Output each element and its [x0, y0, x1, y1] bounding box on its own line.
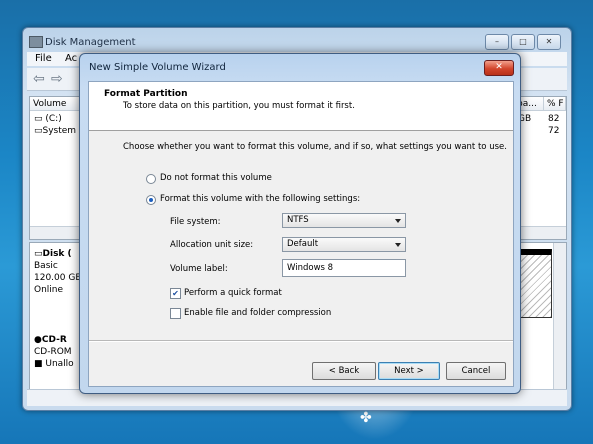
disk-0-type: Basic — [34, 261, 58, 271]
column-percent-free[interactable]: % F — [544, 97, 566, 111]
volume-row-c[interactable]: ▭ (C:) — [34, 114, 62, 124]
volume-system-free: 72 — [548, 126, 560, 136]
wizard-body: Format Partition To store data on this p… — [88, 81, 514, 387]
wizard-close-button[interactable]: ✕ — [484, 60, 514, 76]
close-button[interactable]: ✕ — [537, 34, 561, 50]
cdrom-name: ●CD-R — [34, 335, 67, 345]
window-title: Disk Management — [45, 37, 136, 48]
back-button[interactable]: < Back — [312, 362, 376, 380]
radio-do-not-format-label[interactable]: Do not format this volume — [160, 173, 272, 183]
header-title: Format Partition — [104, 89, 188, 99]
quick-format-label[interactable]: Perform a quick format — [184, 288, 282, 298]
disk-0-status: Online — [34, 285, 64, 295]
volume-label-label: Volume label: — [170, 264, 228, 274]
new-simple-volume-wizard: New Simple Volume Wizard ✕ Format Partit… — [79, 53, 521, 394]
chevron-down-icon — [395, 219, 401, 223]
cdrom-status: ■ Unallo — [34, 359, 74, 369]
radio-do-not-format[interactable] — [146, 174, 156, 184]
radio-format-volume-label[interactable]: Format this volume with the following se… — [160, 194, 360, 204]
allocation-unit-select[interactable]: Default — [282, 237, 406, 252]
windows-logo-icon: ✤ — [360, 410, 372, 426]
disk-management-icon — [29, 36, 43, 48]
wizard-header: Format Partition To store data on this p… — [89, 82, 513, 131]
allocation-unit-value: Default — [287, 239, 319, 249]
back-arrow-icon[interactable]: ⇦ — [33, 71, 45, 87]
volume-c-free: 82 — [548, 114, 560, 124]
file-system-label: File system: — [170, 217, 221, 227]
quick-format-checkbox[interactable]: ✔ — [170, 288, 181, 299]
partition-block[interactable] — [520, 249, 552, 318]
disk-0-name: ▭Disk ( — [34, 249, 72, 259]
menu-file[interactable]: File — [35, 53, 52, 64]
next-button[interactable]: Next > — [378, 362, 440, 380]
file-system-value: NTFS — [287, 215, 309, 225]
vertical-scrollbar[interactable] — [553, 243, 566, 389]
file-system-select[interactable]: NTFS — [282, 213, 406, 228]
maximize-button[interactable]: □ — [511, 34, 535, 50]
compression-checkbox[interactable] — [170, 308, 181, 319]
forward-arrow-icon[interactable]: ⇨ — [51, 71, 63, 87]
compression-label[interactable]: Enable file and folder compression — [184, 308, 331, 318]
disk-0-size: 120.00 GE — [34, 273, 82, 283]
volume-row-system[interactable]: ▭System — [34, 126, 76, 136]
format-prompt: Choose whether you want to format this v… — [123, 142, 507, 152]
cdrom-type: CD-ROM — [34, 347, 72, 357]
menu-action[interactable]: Ac — [65, 53, 77, 64]
header-subtitle: To store data on this partition, you mus… — [123, 101, 355, 111]
chevron-down-icon — [395, 243, 401, 247]
volume-label-input[interactable]: Windows 8 — [282, 259, 406, 277]
button-separator — [89, 340, 513, 342]
minimize-button[interactable]: – — [485, 34, 509, 50]
wizard-title: New Simple Volume Wizard — [89, 62, 226, 73]
cancel-button[interactable]: Cancel — [446, 362, 506, 380]
allocation-unit-label: Allocation unit size: — [170, 240, 254, 250]
radio-format-volume[interactable] — [146, 195, 156, 205]
